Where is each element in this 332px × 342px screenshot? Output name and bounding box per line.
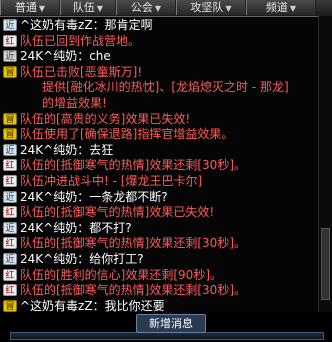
chevron-down-icon: ▼ xyxy=(38,4,46,13)
chat-input-area: 新增消息 xyxy=(0,312,332,342)
chat-message: 队伍的[抵御寒气的热情]效果已失效! xyxy=(20,205,215,220)
tab-3[interactable]: 攻坚队 ▼ xyxy=(176,0,246,15)
channel-badge-icon: 红 xyxy=(3,237,17,250)
chat-message: 队伍使用了[确保退路]指挥官增益效果。 xyxy=(20,127,234,142)
channel-badge-icon: 近 xyxy=(3,143,17,156)
channel-badge-icon: 红 xyxy=(3,175,17,187)
channel-badge-icon: 近 xyxy=(3,50,17,63)
channel-badge-icon: 红 xyxy=(3,206,17,219)
channel-badge-icon: 近 xyxy=(3,190,17,203)
tab-label: 公会 xyxy=(130,1,153,14)
chat-message: 队伍已回到作战营地。 xyxy=(20,33,141,48)
chat-message: 24K^纯奶：去狂 xyxy=(20,142,114,157)
chevron-down-icon: ▼ xyxy=(154,4,162,13)
chat-message: 队伍的[胜利的信心]效果还剩[90秒]。 xyxy=(20,267,222,282)
chat-message: 24K^纯奶：che xyxy=(20,49,111,64)
chat-input-field[interactable] xyxy=(10,332,324,340)
chat-message: 队伍冲进战斗中! - [爆龙王巴卡尔] xyxy=(20,174,203,188)
tab-label: 攻坚队 xyxy=(190,1,224,14)
chat-message: ^这奶有毒zZ：我比你还要 xyxy=(20,298,165,312)
chat-message: 队伍的[抵御寒气的热情]效果还剩[30秒]。 xyxy=(20,158,246,173)
channel-badge-icon: 近 xyxy=(3,253,17,265)
channel-badge-icon: 冒 xyxy=(3,112,17,125)
channel-badge-icon: 近 xyxy=(3,221,17,234)
tab-1[interactable]: 队伍 ▼ xyxy=(60,0,116,15)
channel-badge-icon: 冒 xyxy=(3,65,17,78)
chat-message: 的增益效果! xyxy=(42,96,107,110)
channel-badge-icon: 冒 xyxy=(3,128,17,141)
channel-badge-icon: 红 xyxy=(3,268,17,281)
chat-message: 队伍的[高贵的义务]效果已失效! xyxy=(20,111,191,126)
tab-label: 普通 xyxy=(14,1,37,14)
chat-log: 近 ^这奶有毒zZ：那肯定啊红队伍已回到作战营地。近 24K^纯奶：che 冒队伍已击… xyxy=(0,16,318,312)
chat-message: 24K^纯奶：一条龙都不断? xyxy=(20,189,168,204)
tab-0[interactable]: 普通 ▼ xyxy=(0,0,60,15)
chat-message: 队伍已击败[恶童斯万]! xyxy=(20,64,143,79)
chat-message: 队伍的[抵御寒气的热情]效果还剩[30秒]。 xyxy=(20,283,246,298)
chat-message: 队伍的[抵御寒气的热情]效果还剩[30秒]。 xyxy=(20,236,246,251)
chat-message: 24K^纯奶：给你打工? xyxy=(20,252,144,266)
channel-badge-icon: 红 xyxy=(3,34,17,47)
chat-tab-bar: 普通 ▼ 队伍 ▼ 公会 ▼ 攻坚队 ▼ 频道 ▼ xyxy=(0,0,332,17)
tab-2[interactable]: 公会 ▼ xyxy=(116,0,176,15)
channel-badge-icon: 红 xyxy=(3,159,17,172)
chevron-down-icon: ▼ xyxy=(96,4,104,13)
chat-scrollbar[interactable] xyxy=(318,16,332,314)
tab-label: 频道 xyxy=(265,1,288,14)
chevron-down-icon: ▼ xyxy=(225,4,232,13)
channel-badge-icon: 冒 xyxy=(3,299,17,312)
tab-4[interactable]: 频道 ▼ xyxy=(246,0,316,15)
new-message-button[interactable]: 新增消息 xyxy=(136,314,206,333)
tab-label: 队伍 xyxy=(72,1,95,14)
channel-badge-icon: 近 xyxy=(3,19,17,31)
chevron-down-icon: ▼ xyxy=(289,4,297,13)
chat-message: 提供[融化冰川的热忱]、[龙焰熄灭之时 - 那龙] xyxy=(42,80,289,95)
chat-message: ^这奶有毒zZ：那肯定啊 xyxy=(20,18,153,32)
channel-badge-icon: 红 xyxy=(3,284,17,297)
chat-message: 24K^纯奶：都不打? xyxy=(20,220,132,235)
scrollbar-thumb[interactable] xyxy=(321,228,330,300)
